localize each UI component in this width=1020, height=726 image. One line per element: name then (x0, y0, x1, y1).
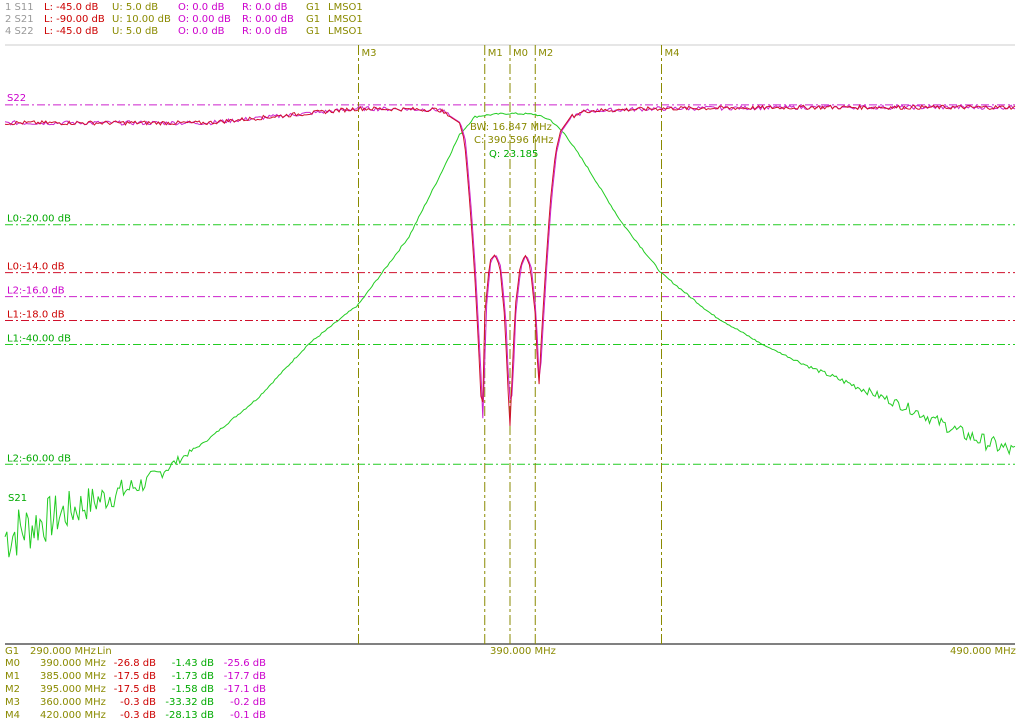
marker-label-m3: M3 (362, 48, 377, 59)
header-row-s21[interactable]: 2 S21 L: -90.00 dB U: 10.00 dB O: 0.00 d… (5, 14, 363, 25)
marker-s11: -0.3 dB (120, 710, 156, 721)
marker-s11: -17.5 dB (114, 671, 156, 682)
table-row[interactable]: M4 420.000 MHz -0.3 dB -28.13 dB -0.1 dB (5, 710, 266, 721)
trace-source: LMSO1 (328, 26, 363, 37)
marker-name: M3 (5, 697, 20, 708)
trace-id: 1 S11 (5, 2, 34, 13)
marker-s11: -17.5 dB (114, 684, 156, 695)
marker-label-m1: M1 (488, 48, 503, 59)
marker-frequency: 385.000 MHz (40, 671, 106, 682)
marker-name: M4 (5, 710, 20, 721)
trace-source: LMSO1 (328, 2, 363, 13)
header-row-s22[interactable]: 4 S22 L: -45.0 dB U: 5.0 dB O: 0.0 dB R:… (5, 26, 363, 37)
x-axis: G1 290.000 MHz Lin 390.000 MHz 490.000 M… (5, 646, 1016, 657)
trace-group: G1 (306, 14, 320, 25)
center-freq-value: C: 390.596 MHz (474, 135, 553, 146)
marker-label-m4: M4 (665, 48, 680, 59)
marker-frequency: 395.000 MHz (40, 684, 106, 695)
limit-line-label: L0:-14.0 dB (7, 262, 65, 273)
trace-offset: O: 0.00 dB (178, 14, 231, 25)
marker-s21: -1.43 dB (172, 658, 214, 669)
trace-ref: R: 0.0 dB (242, 26, 288, 37)
marker-name: M2 (5, 684, 20, 695)
marker-s22: -17.7 dB (224, 671, 266, 682)
marker-table: M0 390.000 MHz -26.8 dB -1.43 dB -25.6 d… (5, 658, 266, 721)
trace-lower: L: -45.0 dB (44, 2, 99, 13)
q-value: Q: 23.185 (489, 149, 538, 160)
marker-frequency: 360.000 MHz (40, 697, 106, 708)
marker-s22: -17.1 dB (224, 684, 266, 695)
trace-label-s21: S21 (8, 493, 27, 504)
vna-display: 1 S11 L: -45.0 dB U: 5.0 dB O: 0.0 dB R:… (4, 2, 1016, 721)
trace-ref: R: 0.0 dB (242, 2, 288, 13)
marker-s21: -33.32 dB (165, 697, 214, 708)
marker-s11: -26.8 dB (114, 658, 156, 669)
marker-s21: -1.73 dB (172, 671, 214, 682)
bandwidth-info: BW: 16.847 MHz C: 390.596 MHz Q: 23.185 (470, 122, 553, 160)
marker-name: M0 (5, 658, 20, 669)
trace-header: 1 S11 L: -45.0 dB U: 5.0 dB O: 0.0 dB R:… (5, 2, 363, 37)
trace-id: 2 S21 (5, 14, 34, 25)
trace-label-s22: S22 (7, 93, 26, 104)
trace-group: G1 (306, 26, 320, 37)
marker-frequency: 420.000 MHz (40, 710, 106, 721)
scale-type-label: Lin (97, 646, 112, 657)
trace-offset: O: 0.0 dB (178, 2, 225, 13)
marker-s22: -0.2 dB (230, 697, 266, 708)
trace-group: G1 (306, 2, 320, 13)
limit-line-label: L0:-20.00 dB (7, 214, 71, 225)
limit-line-label: L1:-18.0 dB (7, 310, 65, 321)
marker-name: M1 (5, 671, 20, 682)
trace-upper: U: 5.0 dB (112, 2, 158, 13)
limit-line-label: L1:-40.00 dB (7, 334, 71, 345)
marker-frequency: 390.000 MHz (40, 658, 106, 669)
marker-label-m2: M2 (538, 48, 553, 59)
trace-upper: U: 10.00 dB (112, 14, 171, 25)
trace-lower: L: -45.0 dB (44, 26, 99, 37)
header-row-s11[interactable]: 1 S11 L: -45.0 dB U: 5.0 dB O: 0.0 dB R:… (5, 2, 363, 13)
bw-value: BW: 16.847 MHz (470, 122, 552, 133)
table-row[interactable]: M0 390.000 MHz -26.8 dB -1.43 dB -25.6 d… (5, 658, 266, 669)
marker-s22: -0.1 dB (230, 710, 266, 721)
limit-line-label: L2:-16.0 dB (7, 286, 65, 297)
table-row[interactable]: M3 360.000 MHz -0.3 dB -33.32 dB -0.2 dB (5, 697, 266, 708)
trace-offset: O: 0.0 dB (178, 26, 225, 37)
trace-source: LMSO1 (328, 14, 363, 25)
trace-ref: R: 0.00 dB (242, 14, 294, 25)
table-row[interactable]: M2 395.000 MHz -17.5 dB -1.58 dB -17.1 d… (5, 684, 266, 695)
marker-s21: -1.58 dB (172, 684, 214, 695)
trace-lower: L: -90.00 dB (44, 14, 105, 25)
stop-frequency-label: 490.000 MHz (950, 646, 1016, 657)
center-frequency-label: 390.000 MHz (490, 646, 556, 657)
trace-upper: U: 5.0 dB (112, 26, 158, 37)
table-row[interactable]: M1 385.000 MHz -17.5 dB -1.73 dB -17.7 d… (5, 671, 266, 682)
sweep-group-label: G1 (5, 646, 19, 657)
start-frequency-label: 290.000 MHz (30, 646, 96, 657)
marker-label-m0: M0 (513, 48, 528, 59)
marker-s21: -28.13 dB (165, 710, 214, 721)
marker-s22: -25.6 dB (224, 658, 266, 669)
limit-line-label: L2:-60.00 dB (7, 453, 71, 464)
marker-s11: -0.3 dB (120, 697, 156, 708)
trace-id: 4 S22 (5, 26, 34, 37)
